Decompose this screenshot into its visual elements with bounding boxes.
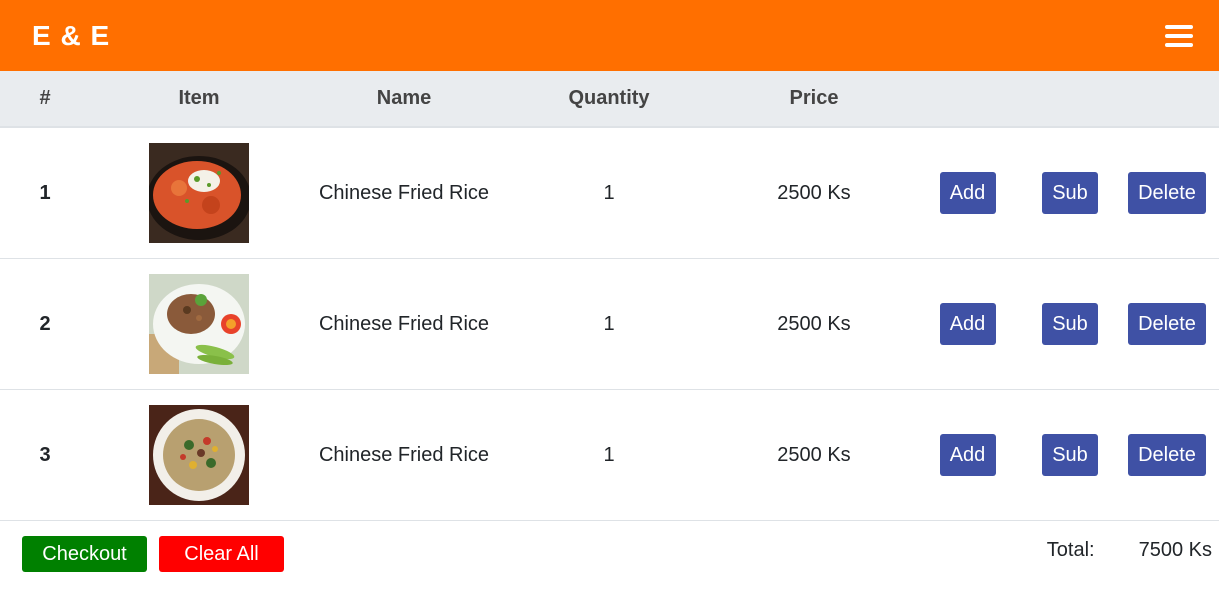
header-price: Price (718, 71, 910, 128)
delete-button[interactable]: Delete (1128, 303, 1206, 345)
row-number: 3 (0, 389, 90, 521)
item-cell (90, 389, 308, 521)
item-name: Chinese Fried Rice (308, 389, 500, 521)
add-button[interactable]: Add (939, 434, 996, 476)
hamburger-icon[interactable] (1165, 24, 1193, 47)
item-quantity: 1 (500, 389, 718, 521)
row-number: 1 (0, 127, 90, 259)
row-number: 2 (0, 258, 90, 390)
item-quantity: 1 (500, 127, 718, 259)
food-image (149, 405, 249, 505)
delete-cell: Delete (1115, 389, 1219, 521)
sub-cell: Sub (1025, 127, 1115, 259)
item-name: Chinese Fried Rice (308, 258, 500, 390)
table-row: 1 Chinese Fried Rice 1 2500 Ks Add Sub D… (0, 127, 1219, 259)
checkout-button[interactable]: Checkout (22, 536, 147, 572)
cart-footer: Checkout Clear All Total: 7500 Ks (0, 521, 1219, 572)
add-button[interactable]: Add (939, 172, 996, 214)
sub-button[interactable]: Sub (1042, 434, 1098, 476)
item-price: 2500 Ks (718, 258, 910, 390)
item-quantity: 1 (500, 258, 718, 390)
table-row: 3 Chinese Fried Rice 1 2500 Ks Add Sub D… (0, 389, 1219, 521)
sub-cell: Sub (1025, 258, 1115, 390)
header-name: Name (308, 71, 500, 128)
sub-cell: Sub (1025, 389, 1115, 521)
header-blank (1025, 71, 1115, 128)
item-cell (90, 127, 308, 259)
header-blank (910, 71, 1025, 128)
add-button[interactable]: Add (939, 303, 996, 345)
header-number: # (0, 71, 90, 128)
delete-button[interactable]: Delete (1128, 434, 1206, 476)
total-label: Total: (1046, 538, 1095, 561)
delete-cell: Delete (1115, 258, 1219, 390)
cart-total: Total: 7500 Ks (1047, 539, 1212, 562)
clear-all-button[interactable]: Clear All (159, 536, 284, 572)
item-price: 2500 Ks (718, 389, 910, 521)
food-image (149, 274, 249, 374)
item-name: Chinese Fried Rice (308, 127, 500, 259)
item-cell (90, 258, 308, 390)
add-cell: Add (910, 389, 1025, 521)
header-item: Item (90, 71, 308, 128)
navbar: E & E (0, 0, 1219, 71)
header-blank (1115, 71, 1219, 128)
table-header-row: # Item Name Quantity Price (0, 71, 1219, 128)
item-price: 2500 Ks (718, 127, 910, 259)
header-quantity: Quantity (500, 71, 718, 128)
total-value: 7500 Ks (1138, 538, 1212, 561)
footer-actions: Checkout Clear All (22, 536, 284, 572)
cart-table: # Item Name Quantity Price 1 Chinese Fri… (0, 71, 1219, 521)
table-row: 2 Chinese Fried Rice 1 2500 Ks Add Sub D… (0, 258, 1219, 390)
add-cell: Add (910, 127, 1025, 259)
sub-button[interactable]: Sub (1042, 303, 1098, 345)
sub-button[interactable]: Sub (1042, 172, 1098, 214)
delete-button[interactable]: Delete (1128, 172, 1206, 214)
brand-logo[interactable]: E & E (32, 20, 110, 52)
add-cell: Add (910, 258, 1025, 390)
food-image (149, 143, 249, 243)
delete-cell: Delete (1115, 127, 1219, 259)
